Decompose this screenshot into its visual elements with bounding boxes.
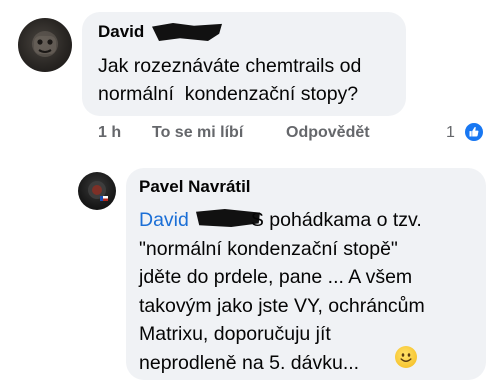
reply-text-line: David S pohádkama o tzv.	[139, 206, 479, 235]
comment-author-name[interactable]: David	[98, 22, 144, 42]
reply-author-avatar[interactable]	[78, 172, 116, 210]
reaction-count[interactable]: 1	[446, 124, 455, 142]
reply-author-name[interactable]: Pavel Navrátil	[139, 177, 251, 197]
comment-text-line: Jak rozeznáváte chemtrails od	[98, 55, 362, 77]
redacted-surname-mark	[152, 23, 222, 41]
reply-text-line: "normální kondenzační stopě"	[139, 237, 398, 260]
smiling-face-icon	[395, 346, 417, 368]
reply-text-line: neprodleně na 5. dávku...	[139, 351, 360, 374]
comment-text-line: normální kondenzační stopy?	[98, 83, 359, 105]
comment-timestamp[interactable]: 1 h	[98, 124, 121, 142]
reply-text-fragment: S pohádkama o tzv.	[250, 209, 422, 231]
reply-text-line: Matrixu, doporučuju jít	[139, 323, 331, 345]
reply-text-line: jděte do prdele, pane ... A všem	[139, 266, 413, 288]
like-button[interactable]: To se mi líbí	[152, 124, 243, 142]
mention-link[interactable]: David	[139, 209, 189, 231]
commenter-avatar[interactable]	[18, 18, 72, 72]
reply-text-line: takovým jako jste VY, ochráncům	[139, 294, 425, 317]
reply-text: David S pohádkama o tzv. "normální konden…	[139, 206, 479, 377]
reply-button[interactable]: Odpovědět	[286, 124, 370, 142]
thumbs-up-icon[interactable]	[463, 121, 485, 143]
comment-text: Jak rozeznáváte chemtrails od normální k…	[98, 52, 398, 108]
